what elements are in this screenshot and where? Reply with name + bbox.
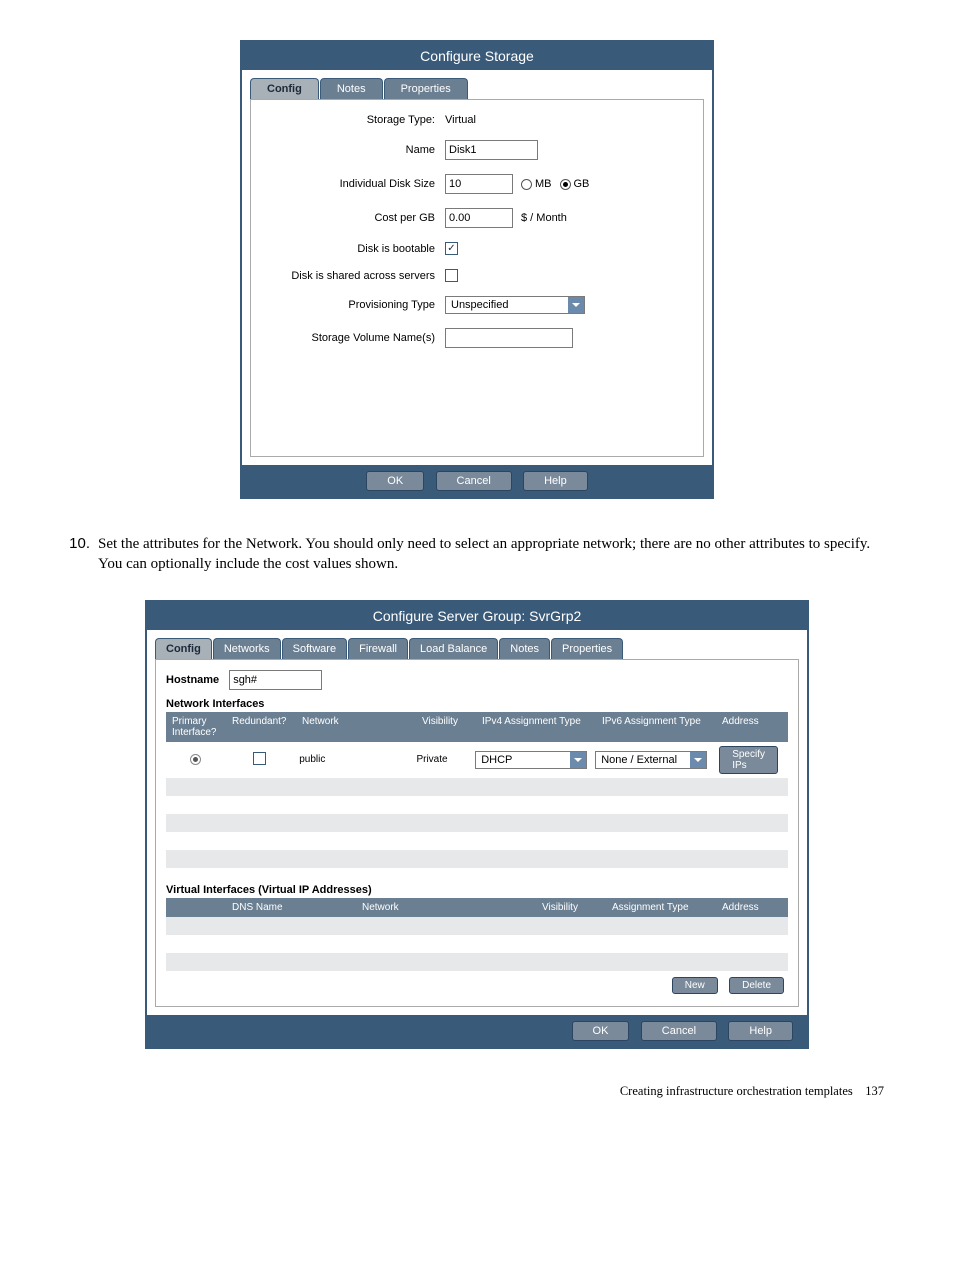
tab-firewall[interactable]: Firewall xyxy=(348,638,408,659)
tab-config[interactable]: Config xyxy=(155,638,212,659)
table-row xyxy=(166,850,788,868)
radio-icon xyxy=(521,179,532,190)
ok-button[interactable]: OK xyxy=(366,471,424,491)
shared-label: Disk is shared across servers xyxy=(265,270,445,282)
ok-button[interactable]: OK xyxy=(572,1021,630,1041)
col-address: Address xyxy=(716,898,788,917)
chevron-down-icon xyxy=(690,752,706,768)
provisioning-value: Unspecified xyxy=(451,299,508,311)
shared-checkbox[interactable] xyxy=(445,269,458,282)
col-redundant: Redundant? xyxy=(226,712,296,742)
table-row xyxy=(166,814,788,832)
name-input[interactable] xyxy=(445,140,538,160)
col-address: Address xyxy=(716,712,788,742)
dialog2-button-row: OK Cancel Help xyxy=(147,1015,807,1047)
hostname-input[interactable] xyxy=(229,670,322,690)
tab-notes[interactable]: Notes xyxy=(320,78,383,99)
table-row xyxy=(166,953,788,971)
prov-label: Provisioning Type xyxy=(265,299,445,311)
network-cell: public xyxy=(293,750,410,769)
tab-properties[interactable]: Properties xyxy=(551,638,623,659)
tab-networks[interactable]: Networks xyxy=(213,638,281,659)
disk-size-label: Individual Disk Size xyxy=(265,178,445,190)
configure-storage-dialog: Configure Storage Config Notes Propertie… xyxy=(240,40,714,499)
virtual-interfaces-header: Virtual Interfaces (Virtual IP Addresses… xyxy=(166,884,788,896)
server-group-panel: Hostname Network Interfaces Primary Inte… xyxy=(155,659,799,1007)
tab-config[interactable]: Config xyxy=(250,78,319,99)
col-network: Network xyxy=(296,712,416,742)
table-row xyxy=(166,917,788,935)
tab-row: Config Networks Software Firewall Load B… xyxy=(155,638,799,659)
network-interfaces-header: Network Interfaces xyxy=(166,698,788,710)
col-network: Network xyxy=(356,898,536,917)
footer-page: 137 xyxy=(865,1084,884,1098)
tab-row: Config Notes Properties xyxy=(250,78,704,99)
table-row xyxy=(166,796,788,814)
step-number: 10. xyxy=(60,534,98,575)
instruction-step: 10. Set the attributes for the Network. … xyxy=(60,534,894,575)
unit-mb-label: MB xyxy=(535,178,552,190)
delete-button[interactable]: Delete xyxy=(729,977,784,994)
radio-icon xyxy=(560,179,571,190)
chevron-down-icon xyxy=(570,752,586,768)
table-row xyxy=(166,832,788,850)
primary-interface-radio[interactable] xyxy=(190,754,201,765)
provisioning-select[interactable]: Unspecified xyxy=(445,296,585,314)
volume-label: Storage Volume Name(s) xyxy=(265,332,445,344)
col-blank xyxy=(166,898,226,917)
unit-gb-label: GB xyxy=(574,178,590,190)
col-primary: Primary Interface? xyxy=(166,712,226,742)
cancel-button[interactable]: Cancel xyxy=(436,471,512,491)
redundant-checkbox[interactable] xyxy=(253,752,266,765)
tab-notes[interactable]: Notes xyxy=(499,638,550,659)
col-visibility: Visibility xyxy=(536,898,606,917)
unit-gb-radio[interactable]: GB xyxy=(560,178,590,190)
col-ipv6: IPv6 Assignment Type xyxy=(596,712,716,742)
page-footer: Creating infrastructure orchestration te… xyxy=(60,1084,894,1099)
unit-mb-radio[interactable]: MB xyxy=(521,178,552,190)
table-row xyxy=(166,935,788,953)
new-button[interactable]: New xyxy=(672,977,718,994)
cost-label: Cost per GB xyxy=(265,212,445,224)
chevron-down-icon xyxy=(568,297,584,313)
help-button[interactable]: Help xyxy=(728,1021,793,1041)
ipv4-select[interactable]: DHCP xyxy=(475,751,587,769)
tab-software[interactable]: Software xyxy=(282,638,347,659)
storage-type-value: Virtual xyxy=(445,114,689,126)
ipv6-select[interactable]: None / External xyxy=(595,751,707,769)
cost-suffix: $ / Month xyxy=(521,212,567,224)
name-label: Name xyxy=(265,144,445,156)
tab-load-balance[interactable]: Load Balance xyxy=(409,638,498,659)
footer-section: Creating infrastructure orchestration te… xyxy=(620,1084,853,1098)
cost-input[interactable] xyxy=(445,208,513,228)
bootable-checkbox[interactable] xyxy=(445,242,458,255)
col-ipv4: IPv4 Assignment Type xyxy=(476,712,596,742)
dialog-title: Configure Server Group: SvrGrp2 xyxy=(147,602,807,630)
volume-input[interactable] xyxy=(445,328,573,348)
virtual-table-header: DNS Name Network Visibility Assignment T… xyxy=(166,898,788,917)
network-table-row: public Private DHCP None / External Spec… xyxy=(166,742,788,778)
dialog1-button-row: OK Cancel Help xyxy=(242,465,712,497)
cancel-button[interactable]: Cancel xyxy=(641,1021,717,1041)
visibility-cell: Private xyxy=(410,750,469,769)
configure-server-group-dialog: Configure Server Group: SvrGrp2 Config N… xyxy=(145,600,809,1049)
storage-type-label: Storage Type: xyxy=(265,114,445,126)
config-panel: Storage Type: Virtual Name Individual Di… xyxy=(250,99,704,457)
bootable-label: Disk is bootable xyxy=(265,243,445,255)
dialog-title: Configure Storage xyxy=(242,42,712,70)
hostname-label: Hostname xyxy=(166,674,219,686)
ipv6-value: None / External xyxy=(601,754,677,766)
inner-button-row: New Delete xyxy=(166,971,788,996)
col-assignment: Assignment Type xyxy=(606,898,716,917)
table-row xyxy=(166,778,788,796)
help-button[interactable]: Help xyxy=(523,471,588,491)
tab-properties[interactable]: Properties xyxy=(384,78,468,99)
specify-ips-button[interactable]: Specify IPs xyxy=(719,746,778,774)
step-text: Set the attributes for the Network. You … xyxy=(98,534,894,575)
ipv4-value: DHCP xyxy=(481,754,512,766)
network-table-header: Primary Interface? Redundant? Network Vi… xyxy=(166,712,788,742)
disk-size-input[interactable] xyxy=(445,174,513,194)
col-dns-name: DNS Name xyxy=(226,898,356,917)
col-visibility: Visibility xyxy=(416,712,476,742)
